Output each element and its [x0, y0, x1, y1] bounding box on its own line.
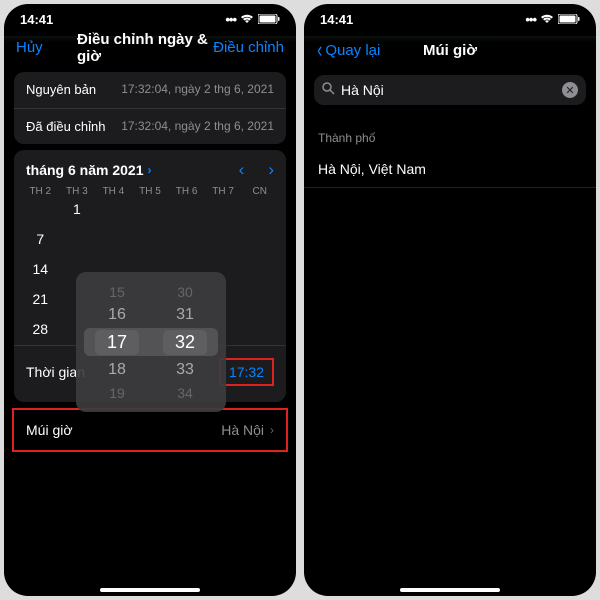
dow: TH 3 [59, 186, 96, 197]
dow: TH 7 [205, 186, 242, 197]
original-value: 17:32:04, ngày 2 thg 6, 2021 [96, 82, 274, 98]
original-row: Nguyên bản 17:32:04, ngày 2 thg 6, 2021 [14, 72, 286, 108]
dow: TH 2 [22, 186, 59, 197]
chevron-right-icon: › [148, 163, 152, 177]
phone-left: 14:41 Hủy Điều chỉnh ngày & giờ Điều chỉ… [4, 4, 296, 596]
signal-icon [225, 12, 236, 27]
chevron-left-icon: ‹ [317, 39, 322, 61]
status-time: 14:41 [320, 12, 353, 27]
adjusted-value: 17:32:04, ngày 2 thg 6, 2021 [106, 119, 275, 135]
home-indicator[interactable] [100, 588, 200, 592]
search-input[interactable]: Hà Nội [341, 82, 556, 98]
status-bar: 14:41 [304, 4, 596, 31]
month-label-text: tháng 6 năm 2021 [26, 162, 144, 178]
cancel-button[interactable]: Hủy [16, 39, 43, 56]
section-header: Thành phố [304, 115, 596, 151]
done-button[interactable]: Điều chỉnh [213, 39, 284, 56]
nav-bar: ‹ Quay lại Múi giờ [304, 31, 596, 71]
wifi-icon [540, 12, 554, 27]
hour-selected: 17 [95, 330, 139, 355]
time-value-button[interactable]: 17:32 [219, 358, 274, 386]
back-label: Quay lại [325, 42, 380, 59]
wifi-icon [240, 12, 254, 27]
nav-title: Điều chỉnh ngày & giờ [77, 31, 223, 65]
minute-wheel[interactable]: 30 31 32 33 34 [163, 284, 207, 401]
info-card: Nguyên bản 17:32:04, ngày 2 thg 6, 2021 … [14, 72, 286, 144]
nav-bar: Hủy Điều chỉnh ngày & giờ Điều chỉnh [4, 31, 296, 66]
chevron-right-icon: › [270, 423, 274, 437]
dow: TH 6 [168, 186, 205, 197]
day[interactable]: 7 [22, 231, 59, 247]
dow: CN [241, 186, 278, 197]
time-picker[interactable]: 15 16 17 18 19 30 31 32 33 34 [76, 272, 226, 412]
hour-wheel[interactable]: 15 16 17 18 19 [95, 284, 139, 401]
nav-title: Múi giờ [423, 42, 477, 59]
adjusted-label: Đã điều chỉnh [26, 119, 106, 134]
clear-button[interactable]: ✕ [562, 82, 578, 98]
home-indicator[interactable] [400, 588, 500, 592]
signal-icon [525, 12, 536, 27]
back-button[interactable]: ‹ Quay lại [316, 39, 380, 61]
day[interactable]: 28 [22, 321, 59, 337]
dow: TH 5 [132, 186, 169, 197]
original-label: Nguyên bản [26, 82, 96, 97]
status-bar: 14:41 [4, 4, 296, 31]
weekday-row: TH 2 TH 3 TH 4 TH 5 TH 6 TH 7 CN [14, 186, 286, 197]
month-picker[interactable]: tháng 6 năm 2021 › [26, 162, 152, 178]
timezone-label: Múi giờ [26, 422, 73, 438]
phone-right: 14:41 ‹ Quay lại Múi giờ Hà Nội ✕ Thành [304, 4, 596, 596]
dow: TH 4 [95, 186, 132, 197]
status-icons [525, 12, 580, 27]
day[interactable]: 14 [22, 261, 59, 277]
search-icon [322, 82, 335, 98]
timezone-value: Hà Nội [221, 422, 264, 438]
prev-month-button[interactable]: ‹ [239, 160, 245, 180]
status-icons [225, 12, 280, 27]
search-field[interactable]: Hà Nội ✕ [314, 75, 586, 105]
city-result[interactable]: Hà Nội, Việt Nam [304, 151, 596, 188]
next-month-button[interactable]: › [268, 160, 274, 180]
day[interactable]: 1 [59, 201, 96, 217]
month-header: tháng 6 năm 2021 › ‹ › [14, 150, 286, 186]
minute-selected: 32 [163, 330, 207, 355]
status-time: 14:41 [20, 12, 53, 27]
timezone-row[interactable]: Múi giờ Hà Nội › [12, 408, 288, 452]
battery-icon [258, 12, 280, 27]
battery-icon [558, 12, 580, 27]
adjusted-row: Đã điều chỉnh 17:32:04, ngày 2 thg 6, 20… [14, 108, 286, 145]
day[interactable]: 21 [22, 291, 59, 307]
